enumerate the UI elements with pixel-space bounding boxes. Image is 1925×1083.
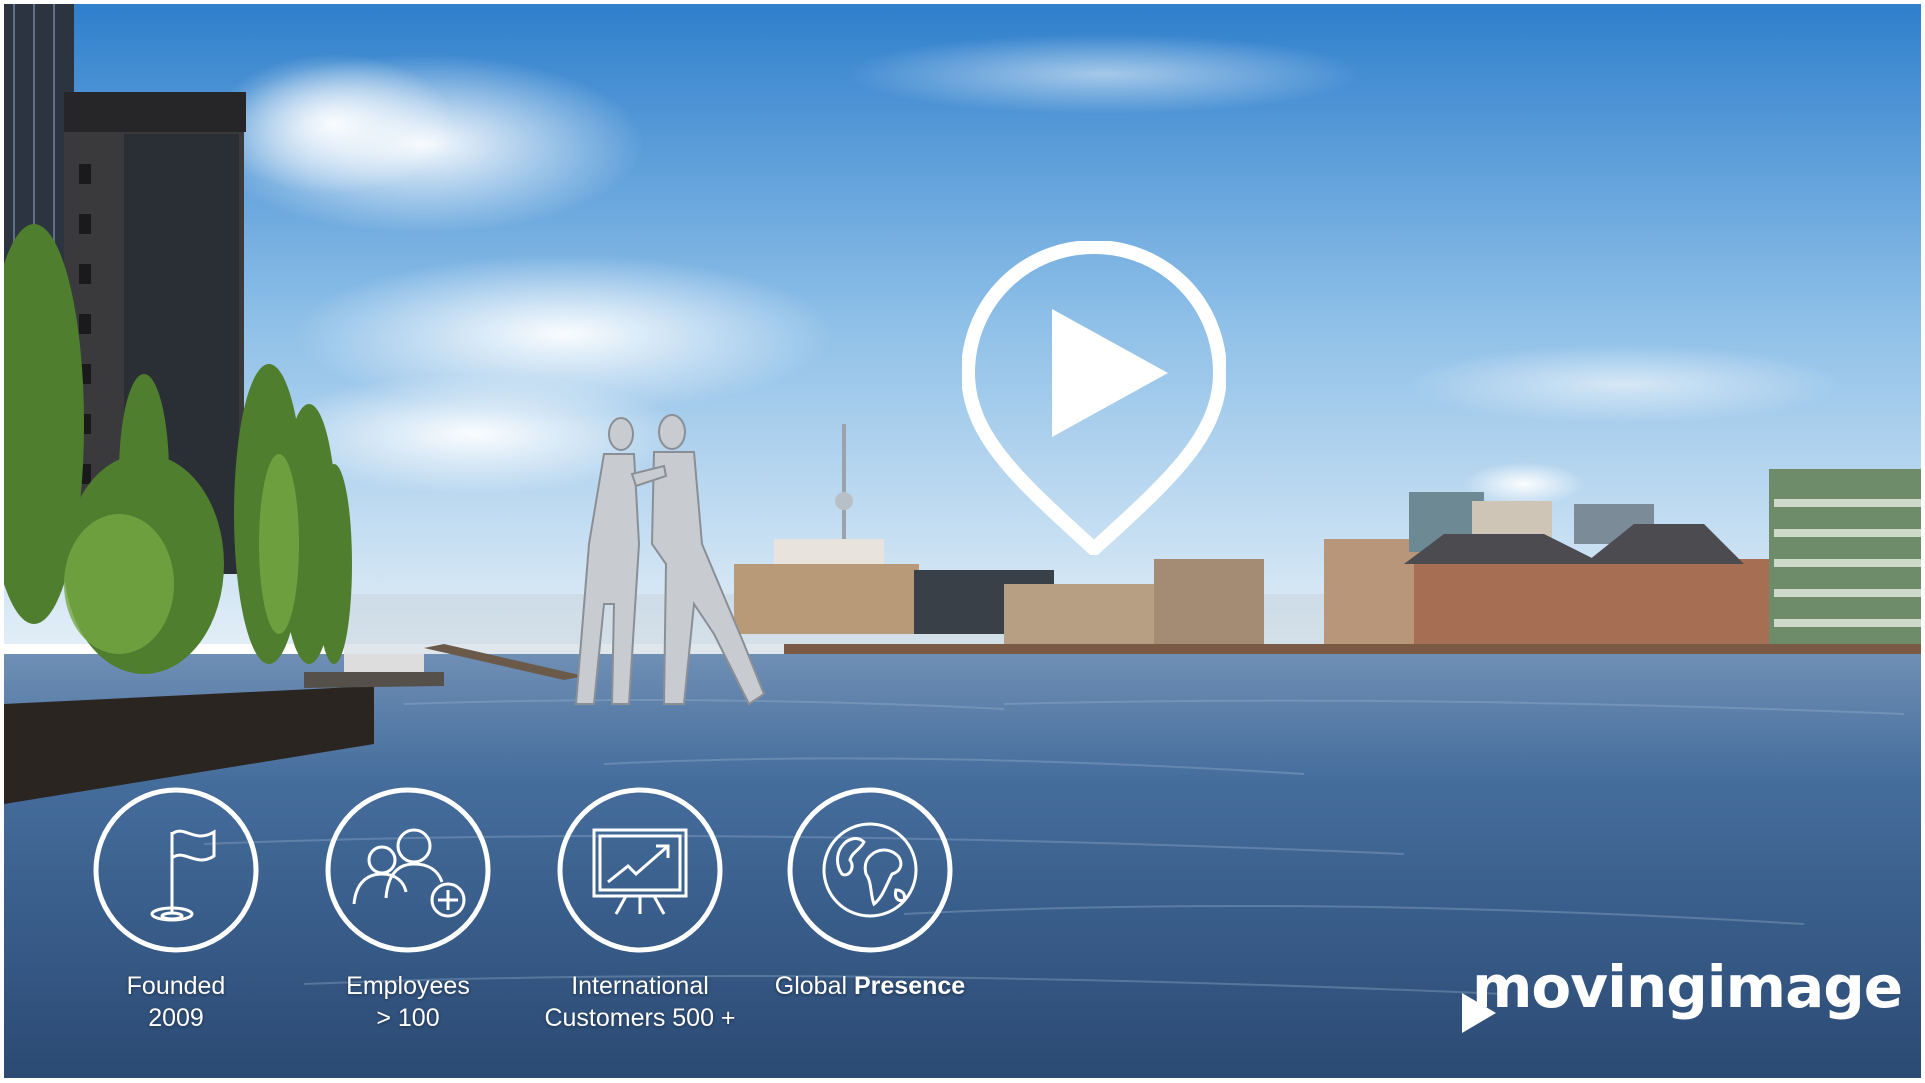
brand-wordmark: movingimage xyxy=(1472,953,1903,1021)
growth-chart-icon xyxy=(557,787,723,953)
stat-global-label: Global Presence xyxy=(750,970,990,1002)
globe-icon xyxy=(787,787,953,953)
stat-global-emphasis: Presence xyxy=(854,972,966,1000)
play-button[interactable] xyxy=(962,241,1226,555)
video-poster[interactable]: Founded 2009 Employees > 100 Internation… xyxy=(0,0,1925,1083)
stat-founded: Founded 2009 xyxy=(56,786,296,1046)
stat-customers: International Customers 500 + xyxy=(520,786,760,1046)
stat-global-line1: Global Presence xyxy=(750,970,990,1002)
people-add-icon xyxy=(325,787,491,953)
stat-founded-year: 2009 xyxy=(148,1004,204,1032)
stat-founded-line1: Founded xyxy=(126,972,226,1000)
stat-global: Global Presence xyxy=(750,786,990,1046)
stat-customers-label: International Customers 500 + xyxy=(520,970,760,1034)
play-pin-icon xyxy=(962,241,1226,555)
stat-employees: Employees > 100 xyxy=(288,786,528,1046)
stat-customers-count: Customers 500 + xyxy=(544,1004,736,1032)
brand-logo: movingimage xyxy=(1462,955,1903,1035)
stat-customers-line1: International xyxy=(571,972,709,1000)
flag-icon xyxy=(93,787,259,953)
stat-employees-count: > 100 xyxy=(376,1004,440,1032)
stat-employees-line1: Employees xyxy=(346,972,470,1000)
stat-global-word: Global xyxy=(774,972,854,1000)
stat-founded-label: Founded 2009 xyxy=(56,970,296,1034)
stat-employees-label: Employees > 100 xyxy=(288,970,528,1034)
